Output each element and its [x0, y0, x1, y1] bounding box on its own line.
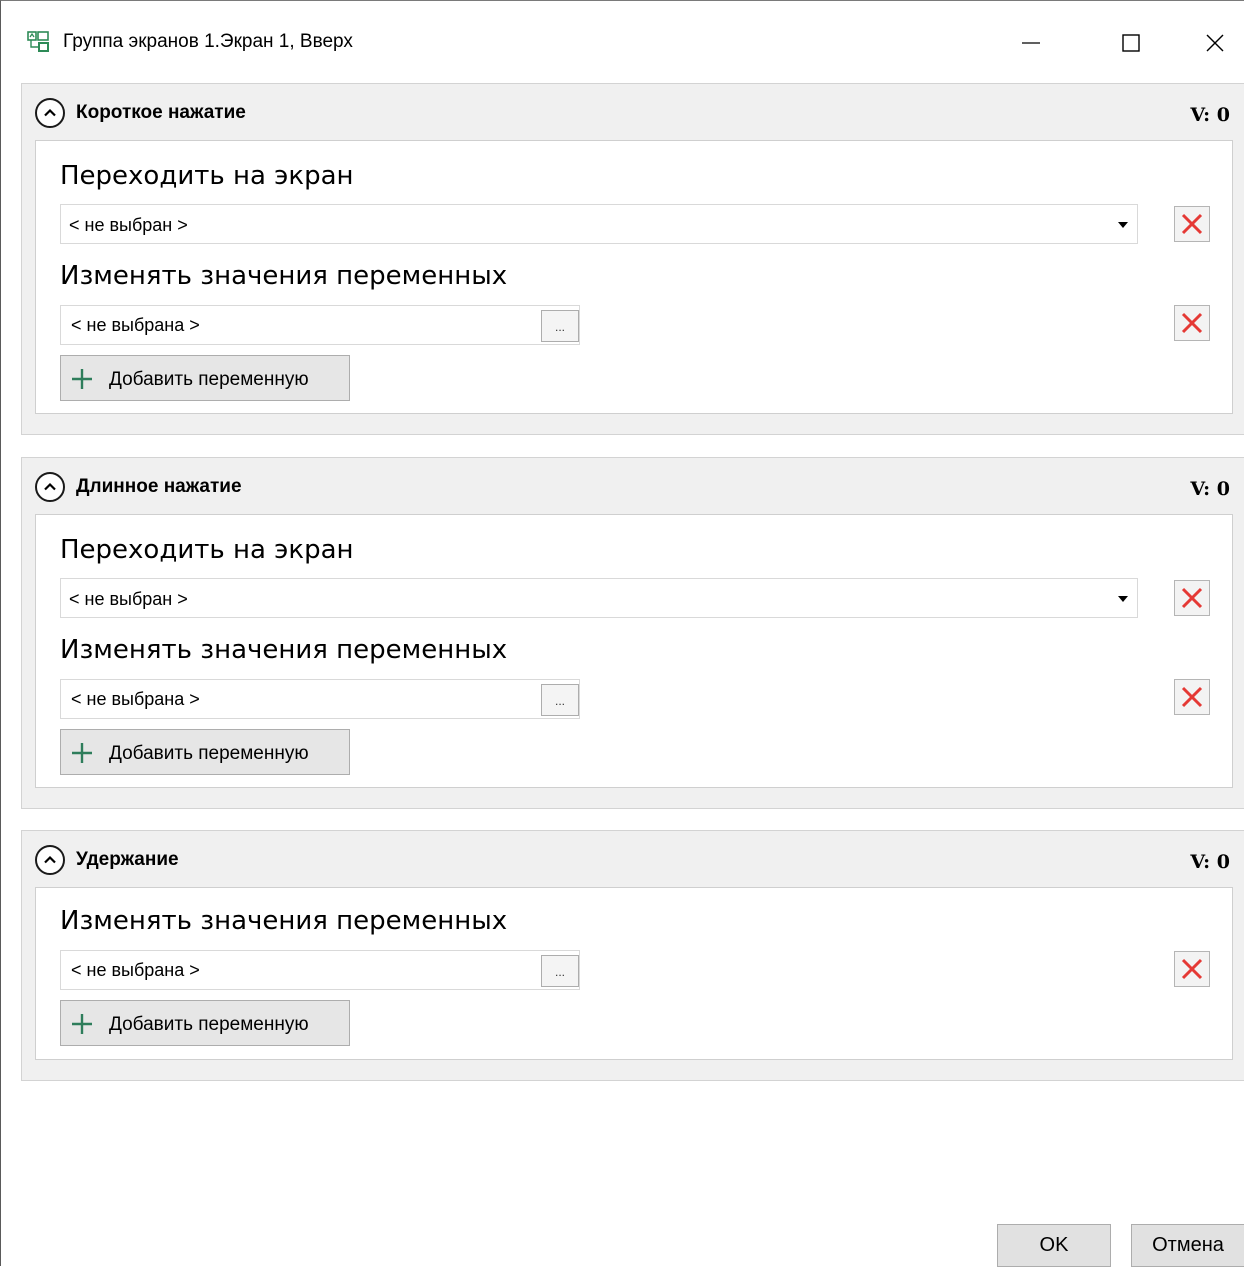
screen-select[interactable]: < не выбран > — [60, 204, 1138, 244]
screen-select[interactable]: < не выбран > — [60, 578, 1138, 618]
panel-title: Длинное нажатие — [76, 476, 242, 497]
value-label: V: 0 — [1190, 851, 1230, 873]
add-variable-label: Добавить переменную — [109, 743, 309, 764]
go-to-screen-label: Переходить на экран — [60, 161, 354, 191]
panel-header: Короткое нажатие V: 0 — [22, 84, 1244, 140]
add-variable-label: Добавить переменную — [109, 369, 309, 390]
panel-title: Удержание — [76, 849, 179, 870]
variable-field-value: < не выбрана > — [71, 315, 200, 335]
screen-select-value: < не выбран > — [69, 589, 188, 609]
maximize-icon — [1122, 34, 1140, 52]
browse-variable-button[interactable]: ... — [541, 310, 579, 342]
delete-x-icon — [1181, 686, 1203, 708]
variable-field[interactable]: < не выбрана > ... — [60, 305, 580, 345]
collapse-button[interactable] — [35, 98, 65, 128]
panel-header: Длинное нажатие V: 0 — [22, 458, 1244, 514]
plus-icon — [72, 1014, 92, 1034]
minimize-button[interactable] — [1001, 21, 1061, 65]
remove-variable-button[interactable] — [1174, 951, 1210, 987]
panel-long-press: Длинное нажатие V: 0 Переходить на экран… — [21, 457, 1244, 809]
variable-field-value: < не выбрана > — [71, 960, 200, 980]
variable-field-value: < не выбрана > — [71, 689, 200, 709]
minimize-icon — [1022, 42, 1040, 44]
plus-icon — [72, 369, 92, 389]
panel-header: Удержание V: 0 — [22, 831, 1244, 887]
panel-short-press: Короткое нажатие V: 0 Переходить на экра… — [21, 83, 1244, 435]
remove-variable-button[interactable] — [1174, 679, 1210, 715]
close-icon — [1206, 34, 1224, 52]
cancel-button[interactable]: Отмена — [1131, 1224, 1244, 1267]
panel-hold: Удержание V: 0 Изменять значения перемен… — [21, 830, 1244, 1081]
chevron-up-icon — [44, 482, 56, 491]
remove-variable-button[interactable] — [1174, 305, 1210, 341]
screen-select-value: < не выбран > — [69, 215, 188, 235]
panel-title: Короткое нажатие — [76, 102, 246, 123]
delete-x-icon — [1181, 213, 1203, 235]
panel-body: Переходить на экран < не выбран > Изменя… — [35, 140, 1233, 414]
delete-x-icon — [1181, 958, 1203, 980]
chevron-up-icon — [44, 855, 56, 864]
delete-x-icon — [1181, 312, 1203, 334]
variable-field[interactable]: < не выбрана > ... — [60, 950, 580, 990]
add-variable-label: Добавить переменную — [109, 1014, 309, 1035]
maximize-button[interactable] — [1101, 21, 1161, 65]
collapse-button[interactable] — [35, 472, 65, 502]
chevron-up-icon — [44, 108, 56, 117]
go-to-screen-label: Переходить на экран — [60, 535, 354, 565]
add-variable-button[interactable]: Добавить переменную — [60, 729, 350, 775]
clear-screen-button[interactable] — [1174, 206, 1210, 242]
value-label: V: 0 — [1190, 104, 1230, 126]
clear-screen-button[interactable] — [1174, 580, 1210, 616]
change-variables-label: Изменять значения переменных — [60, 906, 508, 936]
close-button[interactable] — [1185, 21, 1244, 65]
add-variable-button[interactable]: Добавить переменную — [60, 355, 350, 401]
title-bar: Группа экранов 1.Экран 1, Вверх — [1, 1, 1244, 79]
ok-button[interactable]: OK — [997, 1224, 1111, 1267]
delete-x-icon — [1181, 587, 1203, 609]
panel-body: Изменять значения переменных < не выбран… — [35, 887, 1233, 1060]
add-variable-button[interactable]: Добавить переменную — [60, 1000, 350, 1046]
dropdown-arrow-icon — [1118, 222, 1128, 228]
window-title: Группа экранов 1.Экран 1, Вверх — [63, 31, 353, 52]
change-variables-label: Изменять значения переменных — [60, 635, 508, 665]
collapse-button[interactable] — [35, 845, 65, 875]
variable-field[interactable]: < не выбрана > ... — [60, 679, 580, 719]
plus-icon — [72, 743, 92, 763]
value-label: V: 0 — [1190, 478, 1230, 500]
panel-body: Переходить на экран < не выбран > Изменя… — [35, 514, 1233, 788]
dropdown-arrow-icon — [1118, 596, 1128, 602]
browse-variable-button[interactable]: ... — [541, 955, 579, 987]
change-variables-label: Изменять значения переменных — [60, 261, 508, 291]
app-icon — [27, 30, 51, 54]
dialog-window: Группа экранов 1.Экран 1, Вверх Короткое… — [0, 0, 1244, 1267]
browse-variable-button[interactable]: ... — [541, 684, 579, 716]
